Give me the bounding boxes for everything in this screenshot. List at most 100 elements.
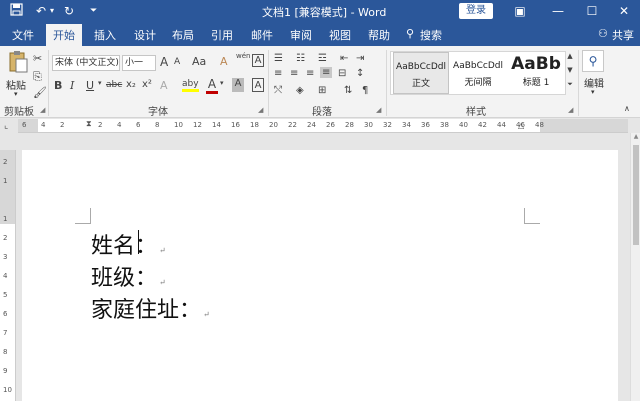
decrease-indent-icon[interactable]: ⇤ xyxy=(340,53,348,64)
styles-more-icon[interactable]: ⏷ xyxy=(566,80,574,89)
indent-marker-icon[interactable]: ⧗ xyxy=(86,119,92,129)
align-right-icon[interactable]: ≡ xyxy=(306,68,314,79)
ribbon-display-options-icon[interactable]: ▣ xyxy=(510,2,530,20)
search-label[interactable]: 搜索 xyxy=(420,27,442,43)
save-icon[interactable] xyxy=(10,3,23,20)
close-button[interactable]: ✕ xyxy=(614,2,634,20)
style-no-spacing[interactable]: AaBbCcDdl 无间隔 xyxy=(451,52,505,94)
share-label[interactable]: 共享 xyxy=(612,27,634,43)
tab-view[interactable]: 视图 xyxy=(329,27,351,43)
style-heading-1[interactable]: AaBb 标题 1 xyxy=(507,52,565,94)
tab-review[interactable]: 审阅 xyxy=(290,27,312,43)
font-color-dropdown-icon[interactable]: ▾ xyxy=(220,79,224,87)
align-center-icon[interactable]: ≡ xyxy=(290,68,298,79)
enclose-characters-icon[interactable]: A xyxy=(252,54,264,67)
paste-icon[interactable] xyxy=(6,50,30,76)
paragraph-mark: ↵ xyxy=(203,310,210,319)
font-launcher-icon[interactable]: ◢ xyxy=(258,106,263,114)
tab-mailings[interactable]: 邮件 xyxy=(251,27,273,43)
subscript-button[interactable]: x₂ xyxy=(126,79,136,90)
style-normal[interactable]: AaBbCcDdl 正文 xyxy=(393,52,449,94)
maximize-button[interactable]: ☐ xyxy=(582,2,602,20)
tab-file[interactable]: 文件 xyxy=(12,27,34,43)
scroll-thumb[interactable] xyxy=(633,145,639,245)
format-painter-icon[interactable]: 🖌 xyxy=(33,86,47,99)
tab-home[interactable]: 开始 xyxy=(46,24,82,46)
undo-icon[interactable]: ↶ xyxy=(36,3,46,19)
borders-icon[interactable]: ⊞ xyxy=(318,85,326,96)
paragraph-launcher-icon[interactable]: ◢ xyxy=(376,106,381,114)
style-preview: AaBb xyxy=(511,54,561,74)
grow-font-icon[interactable]: A xyxy=(160,55,168,69)
character-border-icon[interactable]: A xyxy=(252,78,264,92)
italic-button[interactable]: I xyxy=(70,79,74,92)
copy-icon[interactable]: ⎘ xyxy=(33,70,42,84)
multilevel-list-icon[interactable]: ☲ xyxy=(318,53,327,64)
document-page[interactable]: 姓名： ↵ 班级： ↵ 家庭住址： ↵ xyxy=(22,150,618,401)
horizontal-ruler[interactable]: 6 4 2 2 4 6 8 10 12 14 16 18 20 22 24 26 28 30 32 34 36 38 40 4… xyxy=(18,119,628,133)
tab-selector-icon[interactable]: ⌞ xyxy=(4,121,8,131)
clear-formatting-icon[interactable]: A xyxy=(220,55,228,68)
font-size-combo[interactable]: 小一 xyxy=(122,55,156,71)
font-family-combo[interactable]: 宋体 (中文正文) xyxy=(52,55,120,71)
vertical-scrollbar[interactable]: ▲ xyxy=(630,133,640,401)
tab-layout[interactable]: 布局 xyxy=(172,27,194,43)
paragraph-mark: ↵ xyxy=(159,278,166,287)
line-spacing-icon[interactable]: ↕ xyxy=(356,68,364,79)
justify-icon[interactable]: ≡ xyxy=(320,67,333,78)
distributed-icon[interactable]: ⊟ xyxy=(338,68,346,79)
document-line-address[interactable]: 家庭住址： ↵ xyxy=(91,292,210,324)
scroll-up-icon[interactable]: ▲ xyxy=(631,133,640,143)
undo-dropdown-icon[interactable]: ▾ xyxy=(50,3,54,19)
paste-dropdown-icon[interactable]: ▾ xyxy=(14,90,18,98)
cut-icon[interactable]: ✂ xyxy=(33,52,42,65)
styles-scroll-down-icon[interactable]: ▼ xyxy=(566,66,574,74)
login-button[interactable]: 登录 xyxy=(459,3,493,19)
sort-icon[interactable]: ⇅ xyxy=(344,85,352,96)
style-preview: AaBbCcDdl xyxy=(396,62,446,72)
tab-design[interactable]: 设计 xyxy=(134,27,156,43)
underline-button[interactable]: U xyxy=(86,79,94,92)
ruler-tick-label: 4 xyxy=(41,121,46,129)
share-icon[interactable]: ⚇ xyxy=(598,27,608,40)
chinese-layout-icon[interactable]: ⤲ xyxy=(274,85,282,96)
collapse-ribbon-icon[interactable]: ∧ xyxy=(624,104,630,113)
bullets-icon[interactable]: ☰ xyxy=(274,53,283,64)
tab-help[interactable]: 帮助 xyxy=(368,27,390,43)
redo-icon[interactable]: ↻ xyxy=(64,3,74,19)
find-icon[interactable]: ⚲ xyxy=(582,50,604,72)
ruler-tick-label: 14 xyxy=(212,121,221,129)
increase-indent-icon[interactable]: ⇥ xyxy=(356,53,364,64)
superscript-button[interactable]: x² xyxy=(142,79,152,90)
shrink-font-icon[interactable]: A xyxy=(174,57,180,67)
clipboard-launcher-icon[interactable]: ◢ xyxy=(40,106,45,114)
editing-dropdown-icon[interactable]: ▾ xyxy=(591,88,595,96)
ruler-tick-label: 24 xyxy=(307,121,316,129)
text-effects-icon[interactable]: A xyxy=(160,79,168,92)
tab-references[interactable]: 引用 xyxy=(211,27,233,43)
show-marks-icon[interactable]: ¶ xyxy=(362,85,368,96)
strikethrough-button[interactable]: abc xyxy=(106,80,122,90)
vertical-ruler[interactable]: 2 1 1 2 3 4 5 6 7 8 9 10 xyxy=(0,150,16,401)
styles-scroll-up-icon[interactable]: ▲ xyxy=(566,52,574,60)
ruler-tick-label: 6 xyxy=(136,121,141,129)
underline-dropdown-icon[interactable]: ▾ xyxy=(98,79,102,87)
font-color-icon[interactable]: A xyxy=(206,77,218,94)
tab-insert[interactable]: 插入 xyxy=(94,27,116,43)
numbering-icon[interactable]: ☷ xyxy=(296,53,305,64)
shading-icon[interactable]: ◈ xyxy=(296,85,304,96)
styles-launcher-icon[interactable]: ◢ xyxy=(568,106,573,114)
customize-quick-access-icon[interactable]: ⏷ xyxy=(90,3,97,19)
character-shading-icon[interactable]: A xyxy=(232,78,244,92)
right-indent-marker-icon[interactable]: △ xyxy=(518,121,524,130)
change-case-icon[interactable]: Aa xyxy=(192,55,206,68)
lightbulb-icon[interactable]: ⚲ xyxy=(406,27,414,40)
highlight-color-icon[interactable]: aby xyxy=(182,79,199,92)
document-line-name[interactable]: 姓名： ↵ xyxy=(91,228,166,260)
document-line-class[interactable]: 班级： ↵ xyxy=(91,260,166,292)
ribbon-tabs: 文件 开始 插入 设计 布局 引用 邮件 审阅 视图 帮助 ⚲ 搜索 ⚇ 共享 xyxy=(0,22,640,46)
align-left-icon[interactable]: ≡ xyxy=(274,68,282,79)
minimize-button[interactable]: — xyxy=(548,2,568,20)
phonetic-guide-icon[interactable]: wén xyxy=(236,52,250,60)
bold-button[interactable]: B xyxy=(54,79,62,92)
